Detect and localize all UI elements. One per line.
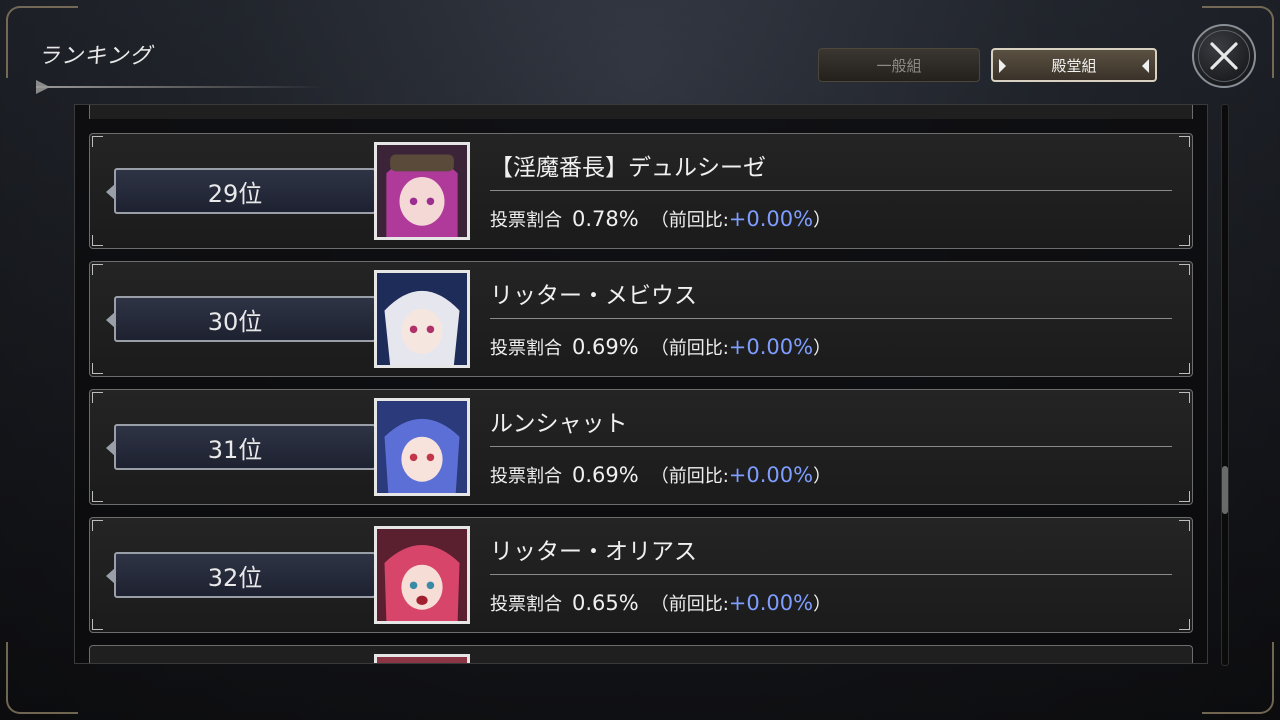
vote-stats: 投票割合 0.65% （前回比:+0.00%） <box>490 590 831 616</box>
vote-share: 0.65% <box>572 591 639 615</box>
rank-plate: 29位 <box>106 168 376 214</box>
ranking-row[interactable]: 30位 リッター・メビウス 投票割合 0.69% （前回比:+0.00%） <box>89 261 1193 377</box>
tab-general[interactable]: 一般組 <box>818 48 980 82</box>
character-portrait[interactable] <box>374 398 470 496</box>
rank-label: 32位 <box>207 563 263 592</box>
close-button[interactable] <box>1192 24 1256 88</box>
ranking-list-panel[interactable]: 29位 【淫魔番長】デュルシーゼ 投票割合 0.78% （前回比:+0.00%） 3… <box>74 104 1208 664</box>
ranking-row-partial-top <box>89 105 1193 119</box>
tab-general-label: 一般組 <box>876 56 922 75</box>
corner-ornament-bottom-right <box>1202 642 1274 714</box>
prev-open: （前回比: <box>650 338 729 359</box>
page-title: ランキング <box>38 44 153 69</box>
portrait-dulcise-icon <box>377 145 467 237</box>
stat-label: 投票割合 <box>490 210 562 231</box>
prev-close: ） <box>813 210 832 231</box>
rank-label: 30位 <box>207 307 263 336</box>
vote-share: 0.78% <box>572 207 639 231</box>
prev-delta: +0.00% <box>728 591 814 615</box>
rank-plate: 30位 <box>106 296 376 342</box>
character-name: ルンシャット <box>490 411 628 437</box>
vote-share: 0.69% <box>572 463 639 487</box>
row-divider <box>490 574 1172 575</box>
rank-plate: 31位 <box>106 424 376 470</box>
ranking-row[interactable]: 31位 ルンシャット 投票割合 0.69% （前回比:+0.00%） <box>89 389 1193 505</box>
prev-close: ） <box>813 594 832 615</box>
vote-share: 0.69% <box>572 335 639 359</box>
vote-stats: 投票割合 0.78% （前回比:+0.00%） <box>490 206 831 232</box>
row-divider <box>490 318 1172 319</box>
scrollbar-track[interactable] <box>1221 104 1229 666</box>
portrait-orias-icon <box>377 529 467 621</box>
prev-close: ） <box>813 338 832 359</box>
character-name: リッター・オリアス <box>490 539 697 565</box>
tab-active-marker-right <box>1142 59 1149 73</box>
ranking-row-partial-bottom <box>89 645 1193 663</box>
prev-delta: +0.00% <box>728 335 814 359</box>
portrait-runshat-icon <box>377 401 467 493</box>
row-divider <box>490 190 1172 191</box>
portrait-mobius-icon <box>377 273 467 365</box>
tab-hall-label: 殿堂組 <box>1051 56 1097 75</box>
vote-stats: 投票割合 0.69% （前回比:+0.00%） <box>490 334 831 360</box>
scrollbar-thumb[interactable] <box>1222 466 1228 514</box>
ranking-row[interactable]: 29位 【淫魔番長】デュルシーゼ 投票割合 0.78% （前回比:+0.00%） <box>89 133 1193 249</box>
row-divider <box>490 446 1172 447</box>
prev-delta: +0.00% <box>728 463 814 487</box>
prev-open: （前回比: <box>650 466 729 487</box>
character-portrait-partial <box>374 654 470 663</box>
prev-open: （前回比: <box>650 210 729 231</box>
stat-label: 投票割合 <box>490 338 562 359</box>
ranking-row[interactable]: 32位 リッター・オリアス 投票割合 0.65% （前回比:+0.00%） <box>89 517 1193 633</box>
stat-label: 投票割合 <box>490 594 562 615</box>
stat-label: 投票割合 <box>490 466 562 487</box>
tab-hall-of-fame[interactable]: 殿堂組 <box>991 48 1157 82</box>
character-portrait[interactable] <box>374 142 470 240</box>
character-portrait[interactable] <box>374 526 470 624</box>
prev-open: （前回比: <box>650 594 729 615</box>
close-button-ring <box>1198 30 1250 82</box>
rank-label: 29位 <box>207 179 263 208</box>
corner-ornament-bottom-left <box>6 642 78 714</box>
tab-active-marker-left <box>999 59 1006 73</box>
vote-stats: 投票割合 0.69% （前回比:+0.00%） <box>490 462 831 488</box>
title-underline <box>36 86 326 88</box>
character-name: 【淫魔番長】デュルシーゼ <box>490 155 766 181</box>
character-name: リッター・メビウス <box>490 283 697 309</box>
rank-plate: 32位 <box>106 552 376 598</box>
character-portrait[interactable] <box>374 270 470 368</box>
rank-label: 31位 <box>207 435 263 464</box>
prev-delta: +0.00% <box>728 207 814 231</box>
prev-close: ） <box>813 466 832 487</box>
